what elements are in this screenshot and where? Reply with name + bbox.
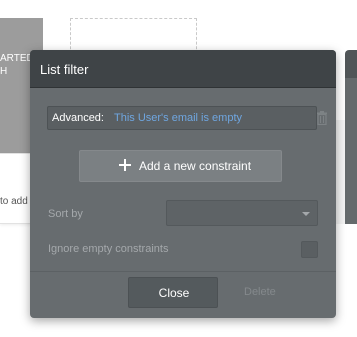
ignore-empty-constraints-checkbox[interactable] <box>301 241 318 258</box>
close-button[interactable]: Close <box>128 277 218 308</box>
footer-divider <box>30 271 336 272</box>
list-filter-dialog: List filter Advanced: This User's email … <box>30 50 336 318</box>
background-group-outline <box>70 18 197 54</box>
add-constraint-button[interactable]: Add a new constraint <box>79 150 282 182</box>
advanced-expression-link[interactable]: This User's email is empty <box>114 112 242 124</box>
dialog-header[interactable]: List filter <box>30 50 336 88</box>
background-property-editor-body <box>345 78 357 224</box>
delete-button[interactable]: Delete <box>244 286 276 298</box>
close-button-label: Close <box>158 286 190 300</box>
add-constraint-label: Add a new constraint <box>139 159 252 173</box>
plus-icon <box>119 159 131 171</box>
chevron-down-icon <box>302 212 310 216</box>
advanced-label: Advanced: <box>52 112 104 124</box>
trash-icon[interactable] <box>316 111 328 125</box>
advanced-constraint-row[interactable]: Advanced: This User's email is empty <box>47 106 317 130</box>
ignore-empty-constraints-label: Ignore empty constraints <box>48 243 169 255</box>
sort-by-label: Sort by <box>48 208 83 220</box>
dialog-title: List filter <box>40 62 89 77</box>
sort-by-dropdown[interactable] <box>166 200 318 226</box>
